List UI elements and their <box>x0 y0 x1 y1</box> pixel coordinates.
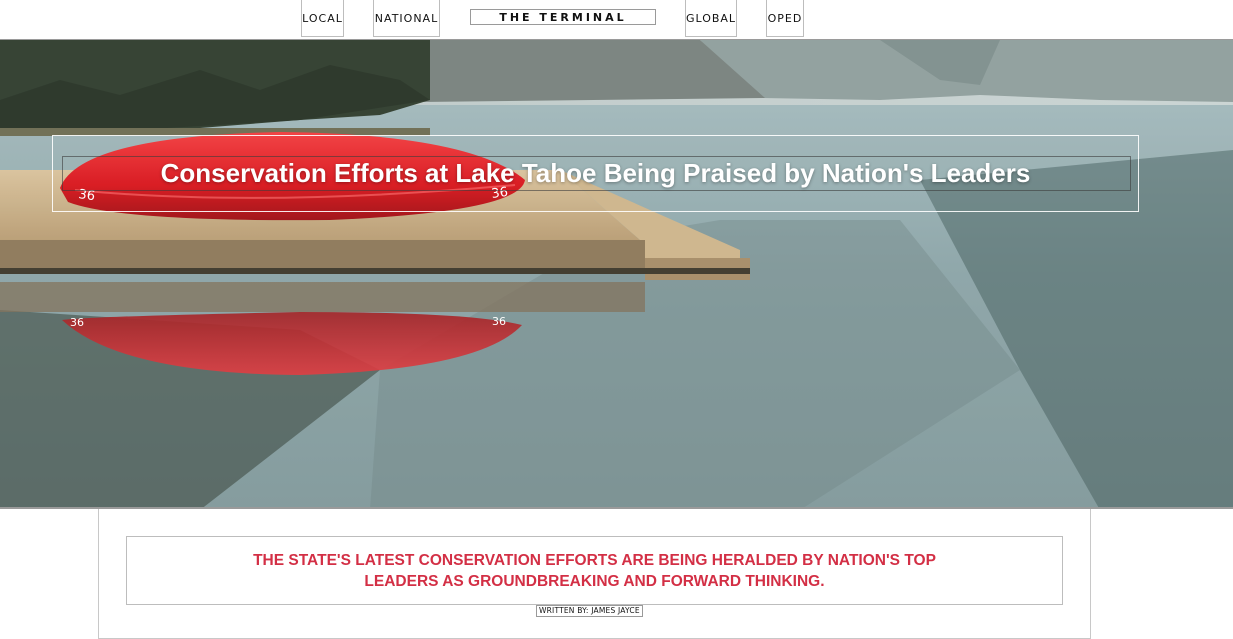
nav-link-national[interactable]: NATIONAL <box>373 0 440 37</box>
hero-headline[interactable]: Conservation Efforts at Lake Tahoe Being… <box>52 156 1139 191</box>
nav-link-local-label: LOCAL <box>302 11 343 25</box>
article-byline: WRITTEN BY: JAMES JAYCE <box>536 605 643 617</box>
article-subhead-box: THE STATE'S LATEST CONSERVATION EFFORTS … <box>126 536 1063 605</box>
hero-photo: 36 36 36 36 <box>0 40 1233 507</box>
nav-link-global[interactable]: GLOBAL <box>685 0 737 37</box>
nav-link-local[interactable]: LOCAL <box>301 0 344 37</box>
nav-link-oped-label: OPED <box>767 11 803 25</box>
nav-link-oped[interactable]: OPED <box>766 0 804 37</box>
top-nav: LOCAL NATIONAL THE TERMINAL GLOBAL OPED <box>0 0 1233 39</box>
hero-banner: 36 36 36 36 Conservation Efforts at Lake… <box>0 39 1233 509</box>
nav-link-global-label: GLOBAL <box>685 11 737 25</box>
nav-link-national-label: NATIONAL <box>374 11 439 25</box>
article-subhead: THE STATE'S LATEST CONSERVATION EFFORTS … <box>253 551 936 590</box>
site-brand[interactable]: THE TERMINAL <box>470 9 656 25</box>
